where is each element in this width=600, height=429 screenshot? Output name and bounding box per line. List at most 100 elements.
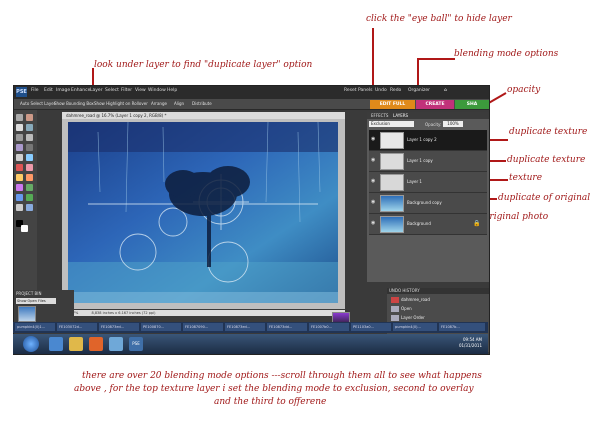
opacity-input[interactable]: 100%	[443, 121, 463, 127]
healing-brush-icon[interactable]	[26, 164, 33, 171]
undo-item[interactable]: Open	[389, 305, 487, 313]
eye-icon[interactable]: ◉	[371, 137, 377, 142]
taskbar-window[interactable]: FE10873dd...	[267, 323, 307, 331]
menu-select[interactable]: Select	[105, 88, 119, 93]
eye-icon[interactable]: ◉	[371, 158, 377, 163]
bottom-note-line1: there are over 20 blending mode options …	[82, 371, 482, 381]
redo-button[interactable]: Redo	[390, 88, 401, 93]
menu-enhance[interactable]: Enhance	[71, 88, 90, 93]
menu-layer[interactable]: Layer	[90, 88, 103, 93]
show-bounding-box-option[interactable]: Show Bounding Box	[54, 101, 94, 106]
layer-row[interactable]: ◉ Background copy	[369, 193, 487, 214]
app-icon[interactable]	[109, 337, 123, 351]
selection-brush-icon[interactable]	[26, 144, 33, 151]
taskbar-window[interactable]: FE10873ed...	[225, 323, 265, 331]
organizer-button[interactable]: Organizer	[408, 88, 430, 93]
tab-edit-full[interactable]: EDIT FULL	[370, 100, 415, 109]
undo-item[interactable]: Layer Order	[389, 314, 487, 322]
taskbar-window[interactable]: pumpkin4(0)1...	[15, 323, 55, 331]
marquee-tool-icon[interactable]	[16, 134, 23, 141]
shape-tool-icon[interactable]	[26, 194, 33, 201]
menu-bar: PSE File Edit Image Enhance Layer Select…	[14, 86, 489, 99]
menu-file[interactable]: File	[31, 88, 39, 93]
menu-filter[interactable]: Filter	[121, 88, 132, 93]
gradient-tool-icon[interactable]	[16, 194, 23, 201]
taskbar-window[interactable]: pumpkin4(0)...	[393, 323, 437, 331]
window-strip: pumpkin4(0)1... FE103072d... FE10873ed..…	[13, 322, 488, 333]
document-tab[interactable]: dahmree_road @ 16.7% (Layer 1 copy 2, RG…	[62, 112, 345, 119]
taskbar-window[interactable]: FE1007b0...	[309, 323, 349, 331]
taskbar-window[interactable]: FE10873ed...	[99, 323, 139, 331]
annotation-eye-ball: click the "eye ball" to hide layer	[366, 14, 512, 24]
status-bar: 16.67% 8,838 inches x 6.167 inches (72 p…	[62, 310, 345, 316]
eyedropper-icon[interactable]	[26, 124, 33, 131]
tab-share[interactable]: SHA	[455, 100, 489, 109]
tab-effects[interactable]: EFFECTS	[371, 113, 388, 118]
menu-edit[interactable]: Edit	[44, 88, 53, 93]
layer-row[interactable]: ◉ Layer 1	[369, 172, 487, 193]
layer-thumbnail	[380, 153, 404, 170]
crop-tool-icon[interactable]	[26, 154, 33, 161]
eye-icon[interactable]: ◉	[371, 200, 377, 205]
annotation-dup-texture-2: duplicate texture	[507, 155, 586, 165]
bin-thumbnail[interactable]	[18, 306, 36, 322]
paint-bucket-icon[interactable]	[26, 184, 33, 191]
menu-window[interactable]: Window	[148, 88, 166, 93]
layer-name: Layer 1 copy	[407, 158, 433, 163]
arrange-option[interactable]: Arrange	[151, 101, 167, 106]
distribute-option[interactable]: Distribute	[192, 101, 212, 106]
taskbar-window[interactable]: FE103072d...	[57, 323, 97, 331]
image-canvas[interactable]	[68, 122, 338, 303]
layer-name: Background copy	[407, 200, 442, 205]
taskbar-window[interactable]: FE1087b...	[439, 323, 485, 331]
media-player-icon[interactable]	[89, 337, 103, 351]
blur-tool-icon[interactable]	[16, 204, 23, 211]
layer-thumbnail	[380, 216, 404, 233]
taskbar-window[interactable]: PE1103a0...	[351, 323, 391, 331]
project-bin: PROJECT BIN Show Open Files	[14, 290, 74, 324]
history-state-icon	[391, 315, 399, 321]
zoom-tool-icon[interactable]	[26, 114, 33, 121]
start-button[interactable]	[23, 336, 39, 352]
taskbar-window[interactable]: PE100870...	[141, 323, 181, 331]
magic-wand-icon[interactable]	[16, 144, 23, 151]
tab-layers[interactable]: LAYERS	[393, 113, 408, 118]
clone-stamp-icon[interactable]	[16, 174, 23, 181]
type-tool-icon[interactable]	[16, 154, 23, 161]
menu-view[interactable]: View	[135, 88, 146, 93]
lasso-tool-icon[interactable]	[26, 134, 33, 141]
menu-image[interactable]: Image	[56, 88, 70, 93]
auto-select-layer-option[interactable]: Auto Select Layer	[20, 101, 55, 106]
folder-icon[interactable]	[69, 337, 83, 351]
brush-tool-icon[interactable]	[16, 184, 23, 191]
tab-create[interactable]: CREATE	[416, 100, 454, 109]
menu-help[interactable]: Help	[167, 88, 177, 93]
annotation-blending-mode: blending mode options	[454, 49, 559, 59]
home-icon[interactable]: ⌂	[444, 88, 447, 93]
layer-row[interactable]: ◉ Background 🔒	[369, 214, 487, 235]
undo-button[interactable]: Undo	[375, 88, 387, 93]
show-open-files-select[interactable]: Show Open Files	[16, 298, 56, 304]
sponge-tool-icon[interactable]	[26, 204, 33, 211]
taskbar-window[interactable]: FE1087090...	[183, 323, 223, 331]
red-eye-tool-icon[interactable]	[16, 164, 23, 171]
undo-item[interactable]: dahmree_road	[389, 296, 487, 304]
move-tool-icon[interactable]	[16, 114, 23, 121]
reset-panels-button[interactable]: Reset Panels	[344, 88, 373, 93]
layer-row[interactable]: ◉ Layer 1 copy	[369, 151, 487, 172]
pse-taskbar-icon[interactable]: PSE	[129, 337, 143, 351]
background-color-icon[interactable]	[21, 225, 28, 232]
ie-icon[interactable]	[49, 337, 63, 351]
layer-row[interactable]: ◉ Layer 1 copy 2	[369, 130, 487, 151]
hand-tool-icon[interactable]	[16, 124, 23, 131]
show-highlight-option[interactable]: Show Highlight on Rollover	[94, 101, 148, 106]
eye-icon[interactable]: ◉	[371, 179, 377, 184]
eye-icon[interactable]: ◉	[371, 221, 377, 226]
history-state-icon	[391, 297, 399, 303]
layer-thumbnail	[380, 174, 404, 191]
eraser-icon[interactable]	[26, 174, 33, 181]
clock: 09:54 AM 01/31/2011	[459, 337, 482, 349]
annotation-texture: texture	[509, 173, 543, 183]
blend-mode-select[interactable]: Exclusion	[369, 121, 414, 127]
align-option[interactable]: Align	[174, 101, 184, 106]
